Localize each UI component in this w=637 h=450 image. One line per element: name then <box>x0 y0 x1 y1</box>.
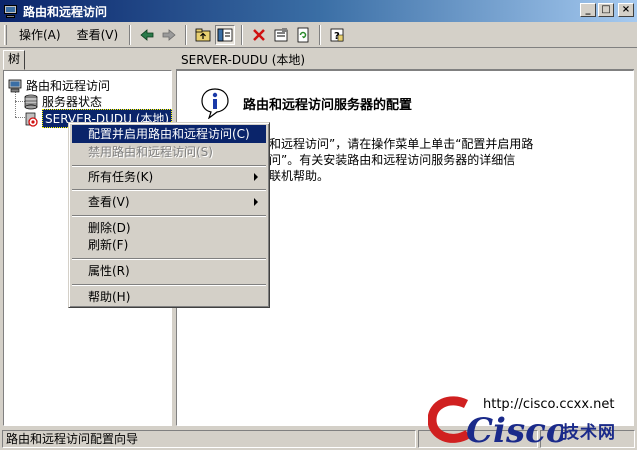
toolbar-separator <box>241 24 244 45</box>
tree-tab[interactable]: 树 <box>3 50 25 70</box>
close-button[interactable]: × <box>618 3 634 17</box>
info-icon <box>201 88 229 119</box>
delete-icon[interactable] <box>249 25 269 45</box>
watermark-url: http://cisco.ccxx.net <box>483 397 615 412</box>
menu-all-tasks[interactable]: 所有任务(K) <box>72 168 266 186</box>
computer-management-icon <box>3 3 19 19</box>
toolbar-grip[interactable] <box>4 24 7 45</box>
maximize-button[interactable]: □ <box>598 3 614 17</box>
tree-item-server-status[interactable]: 服务器状态 <box>23 93 102 110</box>
window-title: 路由和远程访问 <box>23 4 108 19</box>
status-text: 路由和远程访问配置向导 <box>2 430 416 448</box>
menu-separator <box>72 284 266 286</box>
toolbar-separator <box>185 24 188 45</box>
menu-separator <box>72 215 266 217</box>
forward-icon[interactable] <box>159 25 179 45</box>
tree-label-server-status: 服务器状态 <box>42 95 103 109</box>
computer-icon <box>8 79 22 92</box>
back-icon[interactable] <box>137 25 157 45</box>
show-tree-icon[interactable] <box>215 24 236 45</box>
menu-separator <box>72 165 266 167</box>
svg-text:Cisco: Cisco <box>466 411 563 448</box>
config-heading: 路由和远程访问服务器的配置 <box>243 98 413 113</box>
properties-icon[interactable] <box>271 25 291 45</box>
context-menu: 配置并启用路由和远程访问(C) 禁用路由和远程访问(S) 所有任务(K) 查看(… <box>68 122 270 308</box>
toolbar-separator <box>129 24 132 45</box>
menu-refresh[interactable]: 刷新(F) <box>72 236 266 254</box>
menu-disable: 禁用路由和远程访问(S) <box>88 145 213 159</box>
body-line-1: 和远程访问”，请在操作菜单上单击“配置并启用路 <box>269 137 534 151</box>
menu-separator <box>72 189 266 191</box>
server-icon <box>24 94 38 109</box>
title-bar[interactable]: 路由和远程访问 _ □ × <box>0 0 637 22</box>
menu-view[interactable]: 查看(V) <box>71 24 125 45</box>
menu-view-label: 查看(V) <box>88 195 130 209</box>
submenu-arrow-icon <box>254 173 258 181</box>
menu-help[interactable]: 帮助(H) <box>72 288 266 306</box>
watermark-tagline: 技术网 <box>562 423 616 443</box>
tree-item-root[interactable]: 路由和远程访问 <box>7 77 110 94</box>
submenu-arrow-icon <box>254 198 258 206</box>
help-icon[interactable]: ? <box>327 25 347 45</box>
server-stopped-icon <box>25 112 38 127</box>
body-line-3: 联机帮助。 <box>269 169 330 183</box>
right-pane-header: SERVER-DUDU (本地) <box>176 50 634 70</box>
tree-label-root: 路由和远程访问 <box>26 79 111 93</box>
body-line-2: 问”。有关安装路由和远程访问服务器的详细信 <box>269 153 516 167</box>
menu-configure-enable[interactable]: 配置并启用路由和远程访问(C) <box>72 125 266 143</box>
menu-toolbar: 操作(A) 查看(V) ? <box>0 22 637 48</box>
menu-all-tasks-label: 所有任务(K) <box>88 170 154 184</box>
up-folder-icon[interactable] <box>193 25 213 45</box>
toolbar-separator <box>319 24 322 45</box>
menu-properties[interactable]: 属性(R) <box>72 262 266 280</box>
refresh-icon[interactable] <box>293 25 313 45</box>
minimize-button[interactable]: _ <box>580 3 596 17</box>
menu-delete[interactable]: 删除(D) <box>72 219 266 237</box>
menu-separator <box>72 258 266 260</box>
menu-action[interactable]: 操作(A) <box>13 24 67 45</box>
menu-view[interactable]: 查看(V) <box>72 193 266 211</box>
